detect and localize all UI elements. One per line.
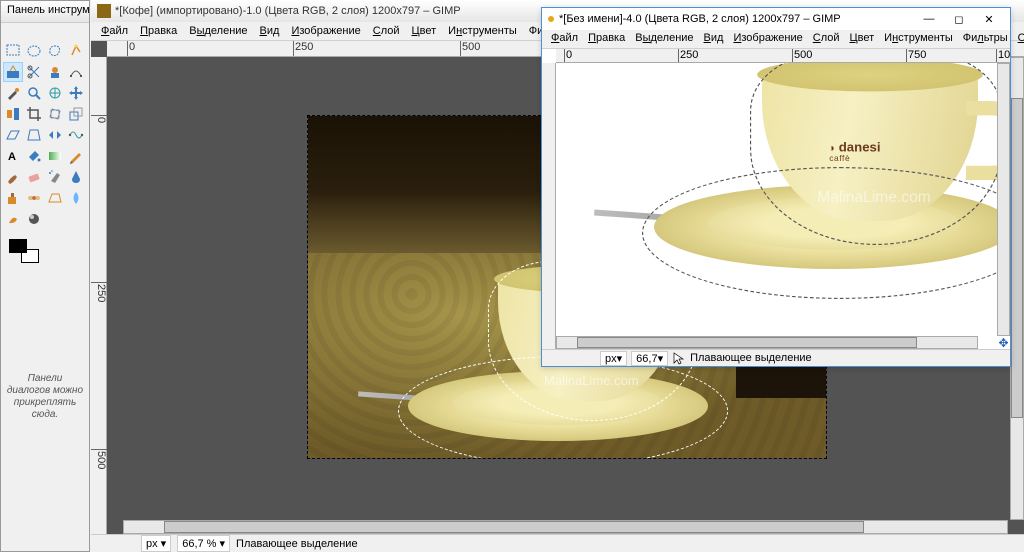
toolbox-window: Панель инструм… A <box>0 0 90 552</box>
gimp-icon <box>97 4 111 18</box>
fmenu-filters[interactable]: Фильтры <box>958 30 1013 48</box>
tool-bucket-fill[interactable] <box>24 146 44 166</box>
fmenu-tools[interactable]: Инструменты <box>879 30 958 48</box>
fmenu-select[interactable]: Выделение <box>630 30 698 48</box>
tool-clone[interactable] <box>3 188 23 208</box>
tool-iscissors[interactable] <box>24 62 44 82</box>
status-unit[interactable]: px ▾ <box>141 535 171 552</box>
tool-move[interactable] <box>66 83 86 103</box>
minimize-button[interactable]: — <box>914 9 944 29</box>
fmenu-color[interactable]: Цвет <box>845 30 880 48</box>
modified-dot-icon <box>548 16 554 22</box>
tool-select-by-color[interactable] <box>3 62 23 82</box>
fmenu-edit[interactable]: Правка <box>583 30 630 48</box>
float-scrollbar-vertical[interactable] <box>997 63 1010 336</box>
tool-align[interactable] <box>3 104 23 124</box>
tool-perspective[interactable] <box>24 125 44 145</box>
tool-ellipse-select[interactable] <box>24 41 44 61</box>
float-status-zoom[interactable]: 66,7▾ <box>631 351 668 366</box>
tool-text[interactable]: A <box>3 146 23 166</box>
tool-blur[interactable] <box>66 188 86 208</box>
tool-rect-select[interactable] <box>3 41 23 61</box>
close-button[interactable]: ✕ <box>974 9 1004 29</box>
tool-cage[interactable] <box>66 125 86 145</box>
menu-edit[interactable]: Правка <box>134 23 183 39</box>
float-body: ◗ danesicaffè MalinaLime.com <box>542 63 1010 349</box>
main-scrollbar-horizontal[interactable] <box>123 520 1008 534</box>
tool-paths[interactable] <box>66 62 86 82</box>
tool-ink[interactable] <box>66 167 86 187</box>
tool-measure[interactable] <box>45 83 65 103</box>
tool-pencil[interactable] <box>66 146 86 166</box>
color-swatches[interactable] <box>9 239 39 263</box>
tool-free-select[interactable] <box>45 41 65 61</box>
main-scrollbar-vertical[interactable] <box>1010 57 1024 520</box>
menu-layer[interactable]: Слой <box>367 23 406 39</box>
fg-color-swatch[interactable] <box>9 239 27 253</box>
float-ruler-horizontal[interactable]: 0 250 500 750 1000 <box>556 49 1010 63</box>
toolbox-menubar <box>1 23 89 39</box>
tool-dodge-burn[interactable] <box>24 209 44 229</box>
tool-paintbrush[interactable] <box>3 167 23 187</box>
tool-flip[interactable] <box>45 125 65 145</box>
menu-image[interactable]: Изображение <box>285 23 366 39</box>
toolbox-title: Панель инструм… <box>1 1 89 23</box>
fmenu-view[interactable]: Вид <box>699 30 729 48</box>
dock-hint: Панели диалогов можно прикреплять сюда. <box>5 373 85 421</box>
float-status-unit[interactable]: px▾ <box>600 351 627 366</box>
tool-airbrush[interactable] <box>45 167 65 187</box>
status-zoom[interactable]: 66,7 % ▾ <box>177 535 230 552</box>
tool-zoom[interactable] <box>24 83 44 103</box>
float-canvas[interactable]: ◗ danesicaffè MalinaLime.com <box>556 63 1010 349</box>
float-status-message: Плавающее выделение <box>690 352 812 364</box>
main-ruler-vertical[interactable]: 0 250 500 <box>91 57 107 534</box>
tool-smudge[interactable] <box>3 209 23 229</box>
tool-perspective-clone[interactable] <box>45 188 65 208</box>
tool-blend[interactable] <box>45 146 65 166</box>
menu-tools[interactable]: Инструменты <box>442 23 523 39</box>
tool-rotate[interactable] <box>45 104 65 124</box>
float-nav-button[interactable]: ✥ <box>997 336 1010 349</box>
fmenu-image[interactable]: Изображение <box>728 30 807 48</box>
cursor-icon <box>672 351 686 365</box>
menu-select[interactable]: Выделение <box>183 23 253 39</box>
tool-shear[interactable] <box>3 125 23 145</box>
tool-fuzzy-select[interactable] <box>66 41 86 61</box>
tool-foreground-select[interactable] <box>45 62 65 82</box>
main-statusbar: px ▾ 66,7 % ▾ Плавающее выделение <box>91 534 1024 552</box>
menu-view[interactable]: Вид <box>254 23 286 39</box>
maximize-button[interactable]: ◻ <box>944 9 974 29</box>
main-title-text: *[Кофе] (импортировано)-1.0 (Цвета RGB, … <box>115 5 461 17</box>
tool-color-picker[interactable] <box>3 83 23 103</box>
tool-heal[interactable] <box>24 188 44 208</box>
float-window: *[Без имени]-4.0 (Цвета RGB, 2 слоя) 120… <box>541 7 1011 367</box>
tool-eraser[interactable] <box>24 167 44 187</box>
fmenu-windows[interactable]: Окна <box>1013 30 1024 48</box>
menu-file[interactable]: Файл <box>95 23 134 39</box>
float-scrollbar-horizontal[interactable] <box>556 336 978 349</box>
svg-text:A: A <box>8 151 16 163</box>
fmenu-layer[interactable]: Слой <box>808 30 845 48</box>
float-titlebar[interactable]: *[Без имени]-4.0 (Цвета RGB, 2 слоя) 120… <box>542 8 1010 30</box>
float-title-text: *[Без имени]-4.0 (Цвета RGB, 2 слоя) 120… <box>559 13 841 25</box>
tool-scale[interactable] <box>66 104 86 124</box>
fmenu-file[interactable]: Файл <box>546 30 583 48</box>
float-menubar: Файл Правка Выделение Вид Изображение Сл… <box>542 30 1010 49</box>
float-statusbar: px▾ 66,7▾ Плавающее выделение <box>542 349 1010 366</box>
status-message: Плавающее выделение <box>236 538 358 550</box>
tool-grid: A <box>1 39 89 231</box>
tool-crop[interactable] <box>24 104 44 124</box>
menu-color[interactable]: Цвет <box>406 23 443 39</box>
float-ruler-vertical[interactable] <box>542 63 556 349</box>
